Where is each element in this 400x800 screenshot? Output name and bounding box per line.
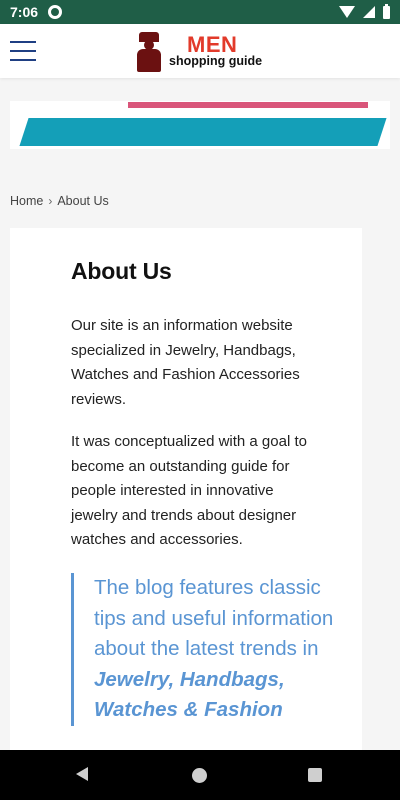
logo-subtitle: shopping guide [169, 54, 263, 68]
page-title: About Us [71, 258, 172, 284]
home-icon[interactable] [192, 768, 207, 783]
breadcrumb-home-link[interactable]: Home [10, 194, 43, 208]
breadcrumb: Home › About Us [10, 194, 109, 208]
intro-paragraph: Our site is an information website speci… [71, 317, 300, 408]
hamburger-icon[interactable] [10, 41, 36, 61]
site-logo[interactable]: MEN shopping guide [135, 30, 275, 74]
cell-signal-icon [363, 6, 375, 18]
banner-teal-stripe [19, 118, 387, 146]
blog-quote: The blog features classic tips and usefu… [71, 573, 346, 726]
banner [10, 101, 390, 149]
content-card: About Us Our site is an information webs… [10, 228, 362, 758]
wifi-icon [339, 6, 355, 18]
banner-pink-stripe [128, 102, 368, 108]
quote-emphasis: Jewelry, Handbags, Watches & Fashion [94, 667, 285, 722]
status-icons [339, 3, 390, 19]
status-time: 7:06 [10, 4, 39, 20]
battery-icon [383, 3, 390, 19]
site-header: MEN shopping guide [0, 24, 400, 78]
chevron-right-icon: › [48, 194, 53, 208]
recents-icon[interactable] [308, 768, 322, 782]
back-icon[interactable] [76, 767, 88, 781]
gear-icon [48, 5, 63, 19]
goal-paragraph: It was conceptualized with a goal to bec… [71, 433, 307, 548]
quote-text: The blog features classic tips and usefu… [94, 576, 334, 660]
system-nav-bar [0, 750, 400, 800]
man-silhouette-icon [135, 32, 163, 72]
breadcrumb-current: About Us [57, 194, 109, 208]
status-bar: 7:06 [0, 0, 400, 24]
